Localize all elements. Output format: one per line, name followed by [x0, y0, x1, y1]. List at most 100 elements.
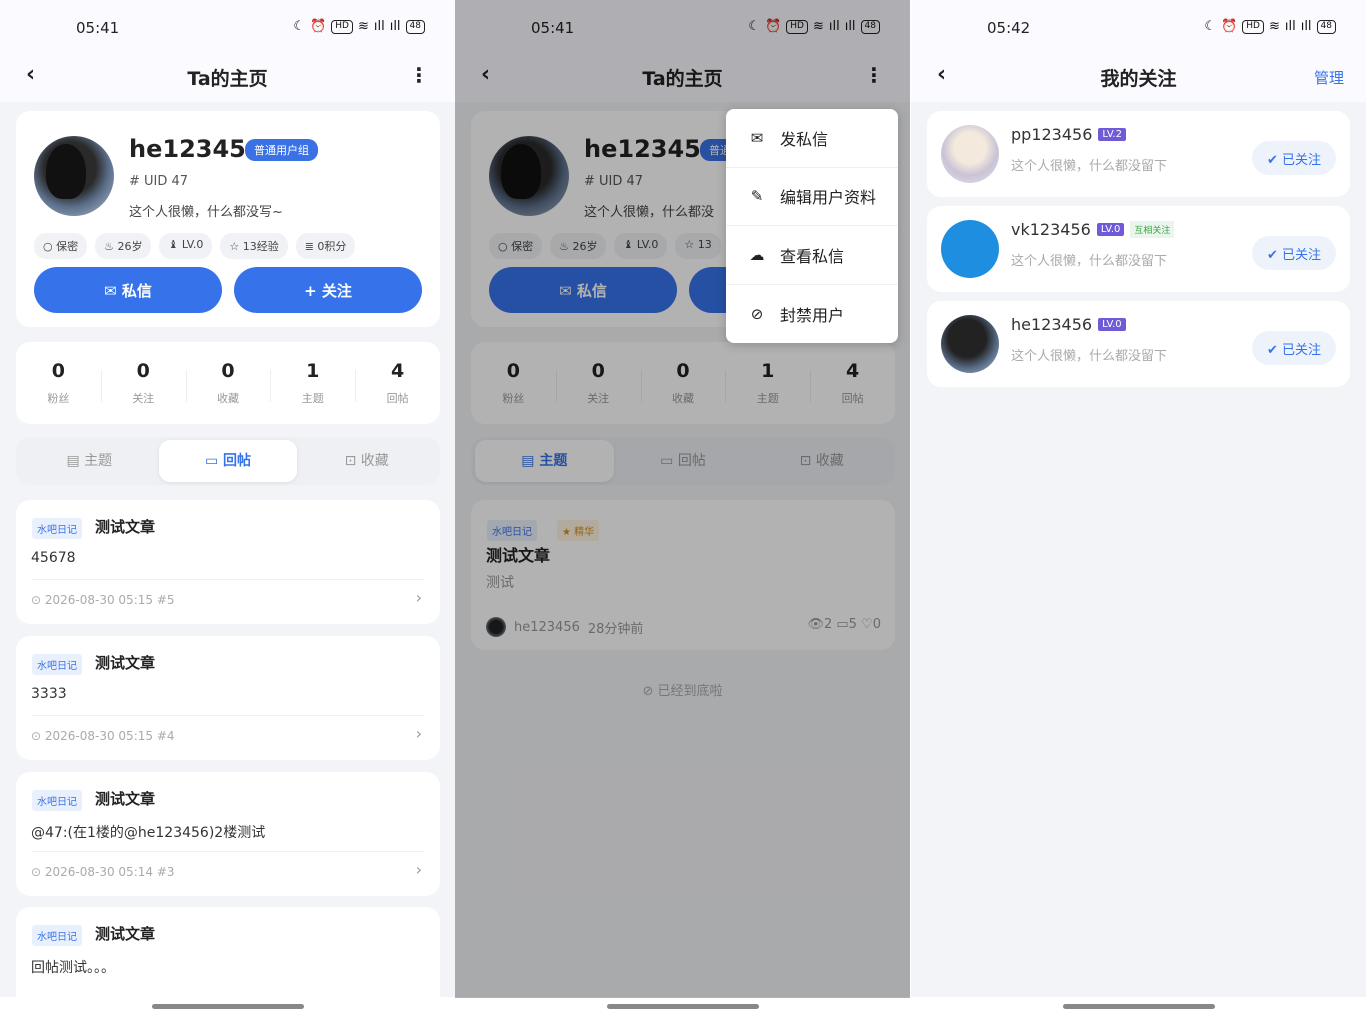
post-title: 测试文章 — [95, 654, 156, 672]
bio-text: 这个人很懒，什么都没留下 — [1011, 159, 1168, 174]
profile-screen: 05:41 ☾ ⏰ HD ≋ ıll ıll 48 ‹ Ta的主页 ⋮ he123456 普… — [0, 0, 455, 1018]
follow-name-row: vk123456 LV.0 互相关注 — [1011, 220, 1175, 239]
avatar[interactable] — [941, 125, 999, 183]
profile-menu-screen: 05:41 ☾ ⏰ HD ≋ ıll ıll 48 ‹ Ta的主页 ⋮ he123456 普… — [455, 0, 910, 1018]
following-screen: 05:42 ☾ ⏰ HD ≋ ıll ıll 48 ‹ 我的关注 管理 pp123456 LV… — [911, 0, 1366, 1018]
list-item[interactable]: he123456 LV.0 这个人很懒，什么都没留下 ✔ 已关注 — [927, 301, 1350, 387]
follow-button[interactable]: + 关注 — [234, 267, 422, 313]
home-indicator-area — [455, 997, 910, 1018]
tab-topics[interactable]: ▤ 主题 — [20, 440, 159, 482]
page-title: 我的关注 — [1100, 68, 1177, 90]
post-meta: ⊙ 2026-08-30 05:15 #5 — [31, 593, 175, 607]
home-indicator[interactable] — [152, 1004, 304, 1009]
menu-item-label: 查看私信 — [780, 246, 845, 266]
list-item[interactable]: 水吧日记 测试文章 @47:(在1楼的@he123456)2楼测试 ⊙ 2026… — [16, 772, 440, 896]
avatar[interactable] — [941, 220, 999, 278]
post-meta: ⊙ 2026-08-30 05:14 #3 — [31, 865, 175, 879]
stat-number: 1 — [306, 360, 320, 382]
home-indicator[interactable] — [1063, 1004, 1215, 1009]
tab-replies[interactable]: ▭ 回帖 — [158, 440, 298, 482]
category-tag: 水吧日记 — [32, 518, 82, 539]
tab-favorites[interactable]: ⊡ 收藏 — [297, 440, 436, 482]
chevron-right-icon: › — [415, 724, 422, 743]
username: he123456 — [129, 135, 263, 163]
nav-header: ‹ Ta的主页 ⋮ — [0, 52, 455, 102]
post-body: 45678 — [31, 550, 76, 566]
signal-icon: ıll — [1284, 19, 1296, 34]
level-badge: LV.0 — [1096, 223, 1125, 236]
list-item[interactable]: pp123456 LV.2 这个人很懒，什么都没留下 ✔ 已关注 — [927, 111, 1350, 197]
username: pp123456 — [1011, 125, 1093, 144]
stat-number: 0 — [51, 360, 66, 382]
chip-points: ≣ 0积分 — [295, 233, 356, 259]
home-indicator[interactable] — [607, 1004, 759, 1009]
status-icons: ☾ ⏰ HD ≋ ıll ıll 48 — [293, 19, 425, 34]
clock: 05:41 — [76, 19, 120, 37]
chevron-right-icon: › — [415, 588, 422, 607]
status-bar: 05:41 ☾ ⏰ HD ≋ ıll ıll 48 — [0, 0, 455, 56]
level-badge: LV.0 — [1098, 318, 1126, 331]
chip-exp: ☆ 13经验 — [220, 233, 288, 259]
stat-fans[interactable]: 0 粉丝 — [16, 360, 101, 406]
hd-icon: HD — [331, 19, 353, 34]
page-title: Ta的主页 — [187, 68, 268, 90]
menu-item-ban-user[interactable]: ⊘ 封禁用户 — [726, 285, 898, 344]
stat-label: 关注 — [132, 392, 155, 405]
divider — [31, 579, 425, 580]
hd-icon: HD — [1242, 19, 1264, 34]
stat-replies[interactable]: 4 回帖 — [355, 360, 440, 406]
category-tag: 水吧日记 — [32, 790, 82, 811]
chip-gender: ○ 保密 — [34, 233, 88, 259]
avatar[interactable] — [34, 136, 114, 216]
avatar[interactable] — [941, 315, 999, 373]
stat-label: 主题 — [301, 392, 324, 405]
menu-item-send-message[interactable]: ✉ 发私信 — [726, 109, 898, 168]
alarm-icon: ⏰ — [310, 19, 327, 34]
divider — [31, 851, 425, 852]
menu-item-label: 封禁用户 — [780, 305, 845, 325]
stat-number: 0 — [136, 360, 150, 382]
stat-topics[interactable]: 1 主题 — [270, 360, 355, 406]
menu-item-view-messages[interactable]: ☁ 查看私信 — [726, 226, 898, 285]
username: vk123456 — [1011, 220, 1091, 239]
manage-button[interactable]: 管理 — [1314, 67, 1344, 88]
username: he123456 — [1011, 315, 1093, 334]
followed-button[interactable]: ✔ 已关注 — [1252, 236, 1336, 270]
signal-icon: ıll — [389, 19, 401, 34]
bio-text: 这个人很懒，什么都没留下 — [1011, 254, 1168, 269]
divider — [31, 715, 425, 716]
wifi-icon: ≋ — [1268, 19, 1280, 34]
stat-favorites[interactable]: 0 收藏 — [185, 360, 271, 406]
post-body: 3333 — [31, 686, 67, 702]
list-item[interactable]: 水吧日记 测试文章 3333 ⊙ 2026-08-30 05:15 #4 › — [16, 636, 440, 760]
ban-icon: ⊘ — [750, 304, 764, 323]
chat-icon: ☁ — [749, 245, 765, 264]
menu-item-edit-profile[interactable]: ✎ 编辑用户资料 — [726, 168, 898, 226]
chip-age: ♨ 26岁 — [95, 233, 152, 259]
profile-card: he123456 普通用户组 # UID 47 这个人很懒，什么都没写~ ○ 保… — [16, 111, 440, 327]
chip-level: ♝ LV.0 — [159, 233, 213, 259]
bio-text: 这个人很懒，什么都没留下 — [1011, 349, 1168, 364]
nav-header: ‹ 我的关注 管理 — [911, 52, 1366, 102]
tab-bar: ▤ 主题 ▭ 回帖 ⊡ 收藏 — [16, 437, 440, 485]
follow-name-row: he123456 LV.0 — [1011, 315, 1126, 334]
mutual-badge: 互相关注 — [1130, 221, 1175, 238]
uid-label: # UID 47 — [129, 174, 189, 189]
stat-label: 收藏 — [216, 392, 239, 405]
moon-icon: ☾ — [1204, 19, 1217, 34]
followed-button[interactable]: ✔ 已关注 — [1252, 141, 1336, 175]
stats-card: 0 粉丝 0 关注 0 收藏 1 主题 4 回帖 — [16, 342, 440, 424]
message-button[interactable]: ✉ 私信 — [34, 267, 222, 313]
stat-label: 粉丝 — [47, 392, 70, 405]
list-item[interactable]: vk123456 LV.0 互相关注 这个人很懒，什么都没留下 ✔ 已关注 — [927, 206, 1350, 292]
more-vertical-icon[interactable]: ⋮ — [409, 63, 429, 87]
list-item[interactable]: 水吧日记 测试文章 45678 ⊙ 2026-08-30 05:15 #5 › — [16, 500, 440, 624]
post-title: 测试文章 — [95, 518, 156, 536]
stat-number: 4 — [390, 360, 405, 382]
post-title: 测试文章 — [95, 790, 156, 808]
followed-button[interactable]: ✔ 已关注 — [1252, 331, 1336, 365]
stat-following[interactable]: 0 关注 — [100, 360, 186, 406]
post-meta: ⊙ 2026-08-30 05:15 #4 — [31, 729, 175, 743]
level-badge: LV.2 — [1098, 128, 1126, 141]
status-bar: 05:42 ☾ ⏰ HD ≋ ıll ıll 48 — [911, 0, 1366, 56]
